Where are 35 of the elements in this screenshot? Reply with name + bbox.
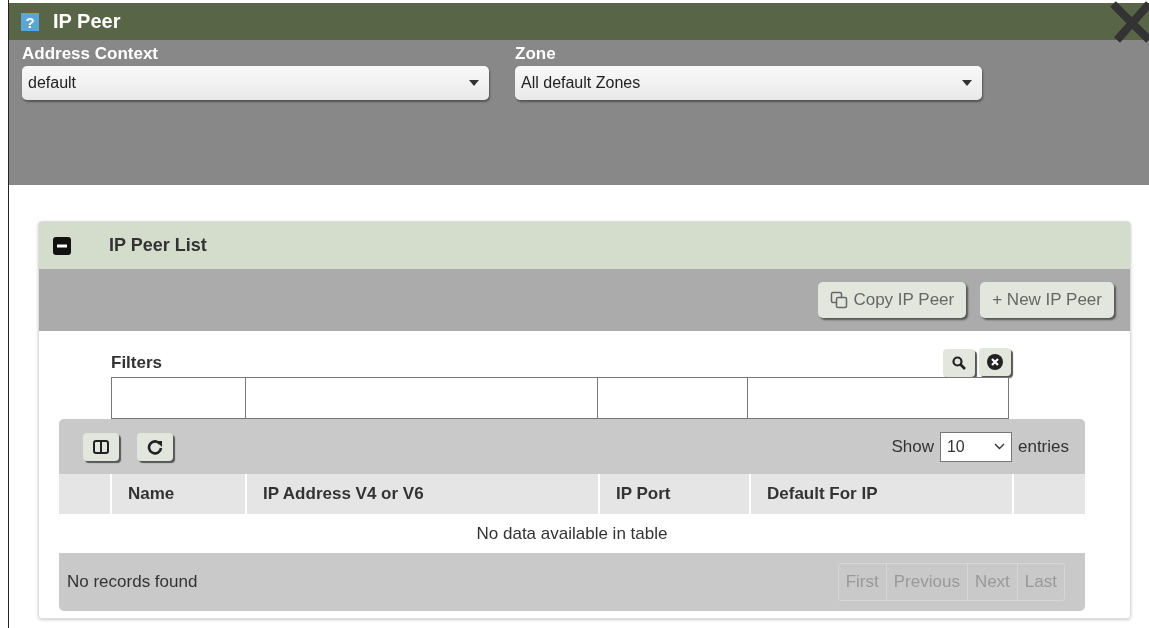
field-label: Address Context bbox=[22, 44, 160, 64]
page-size-select[interactable]: 10 bbox=[939, 431, 1012, 462]
column-header[interactable]: Default For IP bbox=[750, 474, 1013, 514]
entries-label: entries bbox=[1017, 436, 1069, 457]
chevron-icon bbox=[993, 443, 1005, 450]
panel-title: IP Peer List bbox=[109, 235, 207, 256]
refresh-icon bbox=[147, 438, 163, 455]
empty-message: No data available in table bbox=[59, 514, 1085, 553]
caret-icon bbox=[962, 80, 972, 86]
copy-icon bbox=[830, 291, 849, 309]
columns-button[interactable] bbox=[83, 432, 119, 461]
filter-field[interactable] bbox=[747, 377, 1009, 419]
dropdown[interactable]: All default Zones bbox=[515, 66, 982, 100]
filter-field[interactable] bbox=[597, 377, 748, 419]
window-title: IP Peer bbox=[53, 10, 121, 33]
filters-label: Filters bbox=[111, 353, 163, 374]
clear-icon bbox=[987, 354, 1003, 370]
columns-icon bbox=[93, 439, 109, 454]
column-header[interactable]: IP Port bbox=[599, 474, 750, 514]
records-status: No records found bbox=[67, 572, 198, 592]
refresh-button[interactable] bbox=[137, 432, 173, 461]
copy-button[interactable]: Copy IP Peer bbox=[818, 282, 967, 318]
search-icon bbox=[952, 356, 966, 370]
filter-field[interactable] bbox=[245, 377, 598, 419]
column-header[interactable]: Name bbox=[111, 474, 246, 514]
show-label: Show bbox=[891, 436, 934, 457]
column-header[interactable]: IP Address V4 or V6 bbox=[246, 474, 599, 514]
dropdown[interactable]: default bbox=[22, 66, 489, 100]
collapse-icon[interactable] bbox=[53, 236, 71, 255]
clear-filter-button[interactable] bbox=[979, 348, 1011, 376]
caret-icon bbox=[469, 80, 479, 86]
search-button[interactable] bbox=[943, 349, 975, 377]
new-button[interactable]: + New IP Peer bbox=[980, 282, 1114, 318]
field-label: Zone bbox=[515, 44, 557, 64]
filter-field[interactable] bbox=[111, 377, 246, 419]
